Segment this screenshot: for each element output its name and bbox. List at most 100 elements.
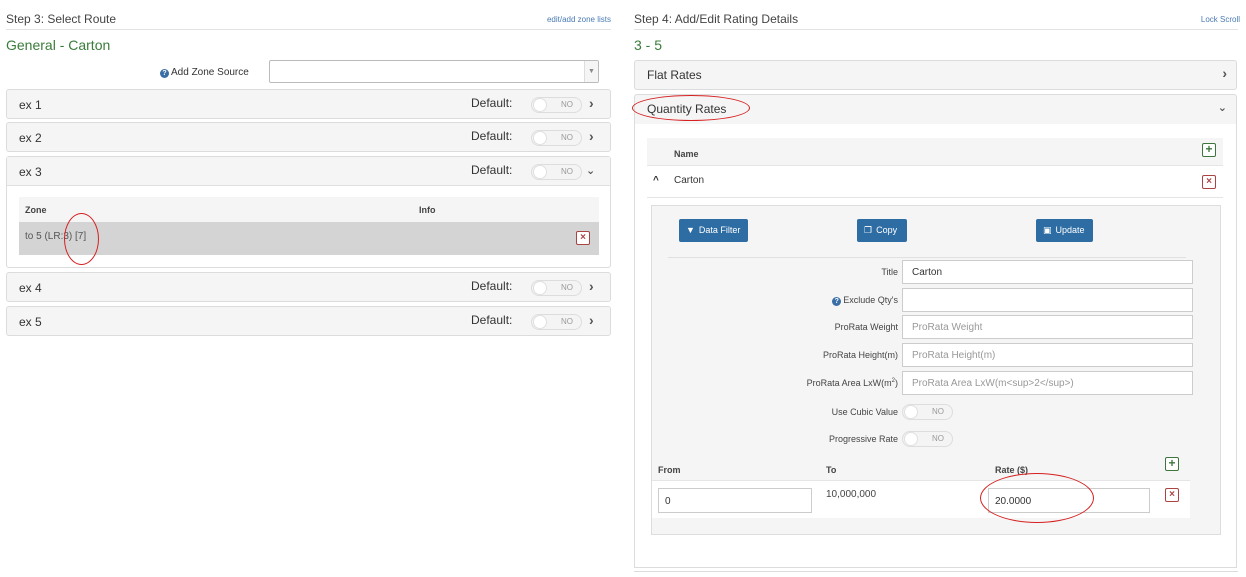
name-column-header: Name [674, 149, 699, 159]
progressive-row: Progressive Rate NO [652, 427, 1222, 451]
route-panel-ex3: ex 3 Default: NO ⌄ Zone Info to 5 (LR:3)… [6, 156, 611, 268]
default-label: Default: [471, 129, 513, 143]
zone-table-header: Zone Info [19, 197, 599, 222]
rates-table-header: Name + [647, 138, 1223, 166]
chevron-right-icon[interactable]: › [589, 128, 594, 144]
chevron-right-icon[interactable]: › [589, 278, 594, 294]
add-zone-source: ? Add Zone Source ▼ [6, 59, 611, 85]
select-route-panel: Step 3: Select Route edit/add zone lists… [6, 0, 611, 336]
chevron-down-icon[interactable]: ⌄ [586, 164, 595, 177]
route-name-label: ex 3 [19, 165, 42, 179]
route-panel-ex1[interactable]: ex 1 Default: NO › [6, 89, 611, 119]
rate-field[interactable]: 20.0000 [988, 488, 1150, 513]
default-toggle[interactable]: NO [531, 97, 582, 113]
exclude-qty-label: ? Exclude Qty's [832, 295, 898, 306]
select-arrow-icon[interactable]: ▼ [584, 61, 598, 82]
from-column-header: From [658, 465, 681, 475]
lock-scroll-link[interactable]: Lock Scroll [1201, 15, 1240, 24]
table-row[interactable]: to 5 (LR:3) [7] × [19, 222, 599, 255]
default-toggle[interactable]: NO [531, 164, 582, 180]
prorata-height-field[interactable]: ProRata Height(m) [902, 343, 1193, 367]
to-value: 10,000,000 [826, 489, 877, 500]
quantity-rates-body: Name + ^ Carton × ▼ Data Filter ❐ Copy ▣ Up… [634, 124, 1237, 568]
delete-zone-button[interactable]: × [576, 231, 590, 245]
quantity-rates-panel[interactable]: Quantity Rates ⌄ [634, 94, 1237, 125]
range-table-header: From To Rate ($) + [652, 453, 1190, 480]
default-toggle[interactable]: NO [531, 280, 582, 296]
default-toggle[interactable]: NO [531, 130, 582, 146]
prorata-height-label: ProRata Height(m) [822, 350, 898, 360]
help-icon[interactable]: ? [160, 69, 169, 78]
route-name-label: ex 5 [19, 315, 42, 329]
zone-range: 3 - 5 [634, 37, 663, 53]
default-label: Default: [471, 163, 513, 177]
add-range-button[interactable]: + [1165, 457, 1179, 471]
update-button[interactable]: ▣ Update [1036, 219, 1093, 242]
copy-button[interactable]: ❐ Copy [857, 219, 907, 242]
flat-rates-panel[interactable]: Flat Rates › [634, 60, 1237, 90]
route-panel-ex2[interactable]: ex 2 Default: NO › [6, 122, 611, 152]
title-field[interactable]: Carton [902, 260, 1193, 284]
step3-title: Step 3: Select Route [6, 12, 117, 26]
save-icon: ▣ [1043, 225, 1052, 235]
prorata-weight-field[interactable]: ProRata Weight [902, 315, 1193, 339]
use-cubic-toggle[interactable]: NO [902, 404, 953, 420]
table-row: 0 10,000,000 20.0000 × [652, 480, 1190, 518]
flat-rates-label: Flat Rates [647, 68, 702, 82]
chevron-down-icon[interactable]: ⌄ [1218, 101, 1227, 114]
progressive-toggle[interactable]: NO [902, 431, 953, 447]
route-name-label: ex 2 [19, 131, 42, 145]
rating-details-panel: Step 4: Add/Edit Rating Details Lock Scr… [634, 0, 1240, 572]
route-name: General - Carton [6, 37, 111, 53]
help-icon[interactable]: ? [832, 297, 842, 306]
route-name-label: ex 1 [19, 98, 42, 112]
default-label: Default: [471, 96, 513, 110]
rate-column-header: Rate ($) [995, 465, 1029, 475]
step3-header: Step 3: Select Route edit/add zone lists [6, 0, 611, 30]
default-label: Default: [471, 279, 513, 293]
quantity-rates-label: Quantity Rates [647, 102, 727, 116]
next-panel-edge [634, 571, 1238, 577]
data-filter-button[interactable]: ▼ Data Filter [679, 219, 748, 242]
add-zone-source-label: ? Add Zone Source [160, 67, 249, 78]
add-rate-button[interactable]: + [1202, 143, 1216, 157]
from-field[interactable]: 0 [658, 488, 812, 513]
default-label: Default: [471, 313, 513, 327]
progressive-label: Progressive Rate [828, 434, 898, 444]
delete-rate-button[interactable]: × [1202, 175, 1216, 189]
route-name-label: ex 4 [19, 281, 42, 295]
zone-source-select[interactable]: ▼ [269, 60, 599, 83]
copy-icon: ❐ [864, 225, 873, 235]
to-column-header: To [826, 465, 837, 475]
prorata-weight-label: ProRata Weight [834, 322, 898, 332]
route-panel-ex5[interactable]: ex 5 Default: NO › [6, 306, 611, 336]
route-panel-header[interactable]: ex 3 Default: NO ⌄ [7, 157, 610, 186]
rate-detail-form: ▼ Data Filter ❐ Copy ▣ Update Title Carton … [651, 205, 1221, 535]
exclude-row: ? Exclude Qty's [652, 288, 1222, 312]
chevron-right-icon[interactable]: › [589, 95, 594, 111]
rate-name: Carton [674, 175, 705, 186]
chevron-right-icon[interactable]: › [589, 312, 594, 328]
delete-range-button[interactable]: × [1165, 488, 1179, 502]
default-toggle[interactable]: NO [531, 314, 582, 330]
step4-header: Step 4: Add/Edit Rating Details Lock Scr… [634, 0, 1240, 30]
title-label: Title [881, 267, 898, 277]
prorata-weight-row: ProRata Weight ProRata Weight [652, 315, 1222, 339]
route-panel-ex4[interactable]: ex 4 Default: NO › [6, 272, 611, 302]
zone-table: Zone Info to 5 (LR:3) [7] × [19, 197, 599, 255]
prorata-area-field[interactable]: ProRata Area LxW(m<sup>2</sup>) [902, 371, 1193, 395]
info-column-header: Info [419, 205, 436, 215]
prorata-height-row: ProRata Height(m) ProRata Height(m) [652, 343, 1222, 367]
step4-title: Step 4: Add/Edit Rating Details [634, 12, 799, 26]
prorata-area-label: ProRata Area LxW(m2) [806, 378, 898, 388]
zone-column-header: Zone [25, 205, 47, 215]
chevron-up-icon[interactable]: ^ [653, 175, 659, 186]
use-cubic-row: Use Cubic Value NO [652, 400, 1222, 424]
prorata-area-row: ProRata Area LxW(m2) ProRata Area LxW(m<… [652, 371, 1222, 395]
filter-icon: ▼ [686, 225, 695, 235]
table-row[interactable]: ^ Carton × [647, 166, 1223, 198]
edit-zone-lists-link[interactable]: edit/add zone lists [547, 15, 611, 24]
zone-value: to 5 (LR:3) [7] [25, 231, 87, 242]
exclude-qty-field[interactable] [902, 288, 1193, 312]
chevron-right-icon[interactable]: › [1222, 65, 1227, 81]
